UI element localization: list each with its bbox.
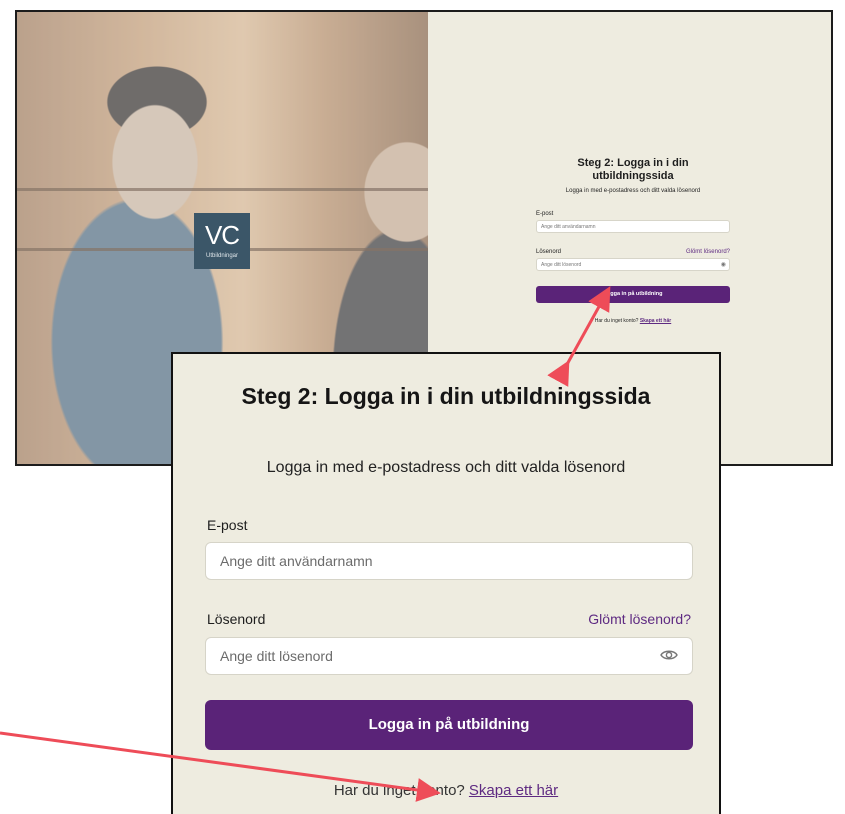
password-field[interactable]: Ange ditt lösenord ◉ [536,258,730,271]
brand-logo: VC Utbildningar [194,213,250,269]
password-placeholder: Ange ditt lösenord [220,648,333,664]
email-placeholder: Ange ditt användarnamn [220,553,373,569]
logo-mark: VC [204,220,240,250]
page-subtitle: Logga in med e-postadress och ditt valda… [266,459,626,476]
login-button[interactable]: Logga in på utbildning [205,700,693,750]
password-label: Lösenord [207,611,266,627]
forgot-password-link[interactable]: Glömt lösenord? [588,611,691,627]
email-label: E-post [207,517,248,533]
eye-icon[interactable] [660,648,678,665]
login-button[interactable]: Logga in på utbildning [536,286,730,303]
eye-icon[interactable]: ◉ [721,261,726,268]
email-field[interactable]: Ange ditt användarnamn [205,542,693,580]
email-field[interactable]: Ange ditt användarnamn [536,220,730,233]
password-group: Lösenord Glömt lösenord? Ange ditt lösen… [536,249,730,271]
password-placeholder: Ange ditt lösenord [541,262,582,268]
page-subtitle: Logga in med e-postadress och ditt valda… [565,188,701,194]
email-label: E-post [536,211,554,217]
logo-subtitle: Utbildningar [205,253,239,259]
password-field[interactable]: Ange ditt lösenord [205,637,693,675]
page-title: Steg 2: Logga in i din utbildningssida [577,157,689,182]
create-account-link[interactable]: Skapa ett här [640,318,671,324]
zoomed-login-form: Steg 2: Logga in i din utbildningssida L… [171,352,721,814]
no-account-text: Har du inget konto? [333,782,465,799]
forgot-password-link[interactable]: Glömt lösenord? [686,249,730,255]
page-title: Steg 2: Logga in i din utbildningssida [241,383,651,409]
signup-prompt: Har du inget konto? Skapa ett här [173,782,719,799]
email-group: E-post Ange ditt användarnamn [536,211,730,233]
create-account-link[interactable]: Skapa ett här [469,782,558,799]
railing [17,188,428,191]
signup-prompt: Har du inget konto? Skapa ett här [536,318,730,324]
no-account-text: Har du inget konto? [594,318,639,324]
email-placeholder: Ange ditt användarnamn [541,224,596,230]
